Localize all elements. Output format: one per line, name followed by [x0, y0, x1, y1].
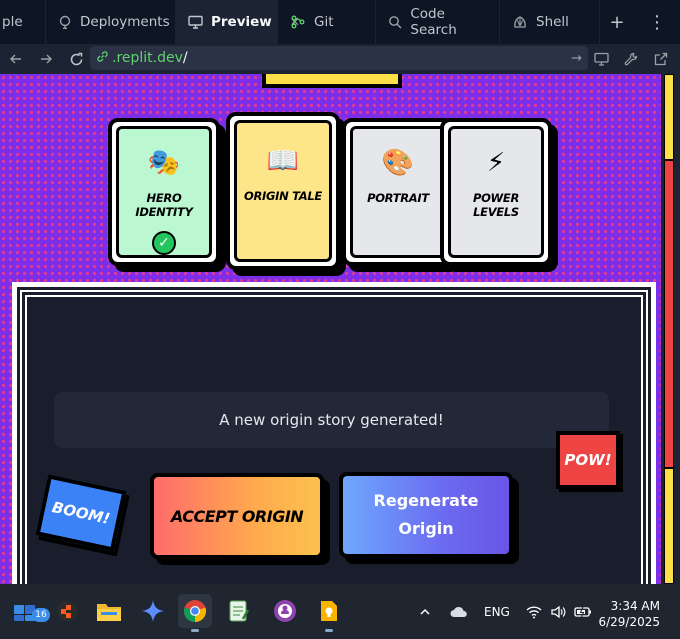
active-indicator: [325, 629, 333, 632]
deploy-icon: [58, 14, 72, 30]
url-host: .replit.dev: [112, 50, 183, 66]
scrollbar-segment: [664, 74, 674, 160]
tab-label: ple: [2, 14, 23, 30]
step-label: ORIGIN TALE: [244, 189, 322, 203]
lightning-icon: ⚡: [486, 148, 506, 178]
preview-url-bar: .replit.dev / →: [0, 44, 680, 74]
battery-icon[interactable]: [574, 584, 592, 639]
screen: ple Deployments Preview ✕ Git Code Searc…: [0, 0, 680, 639]
monitor-icon: [188, 14, 203, 30]
step-card-portrait[interactable]: 🎨 PORTRAIT: [342, 118, 454, 266]
workspace-tab-bar: ple Deployments Preview ✕ Git Code Searc…: [0, 0, 680, 44]
volume-icon[interactable]: [550, 584, 566, 639]
onedrive-cloud-icon[interactable]: [450, 584, 468, 639]
file-explorer-icon[interactable]: [92, 594, 126, 628]
step-card-inner: 📖 ORIGIN TALE: [234, 120, 332, 262]
notification-badge: 16: [32, 608, 50, 622]
open-new-tab-icon[interactable]: [648, 46, 674, 72]
shell-icon: [512, 14, 528, 30]
tab-git[interactable]: Git: [278, 0, 376, 44]
app-icon-dark[interactable]: [50, 594, 84, 628]
copilot-sparkle-icon[interactable]: [136, 594, 170, 628]
scrollbar-thumb[interactable]: [664, 160, 674, 468]
open-book-icon: 📖: [266, 146, 300, 176]
reload-icon[interactable]: [62, 45, 90, 73]
search-icon: [388, 14, 402, 30]
wifi-icon[interactable]: [526, 584, 542, 639]
step-card-inner: 🎨 PORTRAIT: [350, 126, 446, 258]
step-card-inner: ⚡ POWER LEVELS: [448, 126, 544, 258]
url-field[interactable]: .replit.dev / →: [90, 46, 588, 70]
step-card-inner: 🎭 HERO IDENTITY ✓: [116, 126, 212, 258]
tab-label: Code Search: [410, 6, 457, 38]
devtools-wrench-icon[interactable]: [618, 46, 644, 72]
palette-icon: 🎨: [381, 148, 415, 178]
add-tab-button[interactable]: +: [600, 0, 634, 44]
step-label: HERO IDENTITY: [135, 191, 193, 219]
git-icon: [290, 14, 306, 30]
url-path: /: [182, 50, 188, 66]
tab-label: Git: [314, 14, 334, 30]
regenerate-origin-button[interactable]: Regenerate Origin: [339, 472, 513, 558]
notepad-icon[interactable]: [222, 594, 256, 628]
step-card-hero-identity[interactable]: 🎭 HERO IDENTITY ✓: [108, 118, 220, 266]
url-tools: [588, 44, 674, 74]
input-language[interactable]: ENG: [484, 584, 510, 639]
tab-preview[interactable]: Preview ✕: [176, 0, 300, 44]
forward-arrow-icon[interactable]: [32, 45, 60, 73]
app-preview: 🎭 HERO IDENTITY ✓ 📖 ORIGIN TALE 🎨 PORTRA…: [0, 74, 675, 584]
more-options-icon[interactable]: ⋮: [640, 0, 674, 44]
step-card-power-levels[interactable]: ⚡ POWER LEVELS: [440, 118, 552, 266]
system-clock[interactable]: 3:34 AM 6/29/2025: [598, 598, 660, 630]
checkmark-icon: ✓: [152, 231, 176, 255]
active-indicator: [191, 629, 199, 632]
tab-label: Shell: [536, 14, 569, 30]
status-message: A new origin story generated!: [54, 392, 609, 448]
go-arrow-icon[interactable]: →: [571, 51, 582, 66]
keep-notes-icon[interactable]: [312, 594, 346, 632]
link-icon: [96, 50, 109, 67]
scrollbar-segment: [664, 468, 674, 584]
clock-date: 6/29/2025: [598, 615, 660, 629]
show-hidden-icons-chevron-icon[interactable]: [418, 584, 432, 639]
clock-time: 3:34 AM: [610, 599, 660, 613]
tab-label: Deployments: [80, 14, 170, 30]
tab-partial[interactable]: ple: [0, 0, 46, 44]
header-banner: [262, 74, 402, 88]
step-label: PORTRAIT: [367, 191, 429, 205]
accept-origin-button[interactable]: ACCEPT ORIGIN: [150, 473, 324, 559]
tab-deployments[interactable]: Deployments: [46, 0, 176, 44]
devices-icon[interactable]: [588, 46, 614, 72]
windows-taskbar: 16 ENG 3:34 AM 6/29/2025: [0, 584, 680, 639]
step-label: POWER LEVELS: [472, 191, 520, 219]
tab-code-search[interactable]: Code Search: [376, 0, 500, 44]
scrollbar[interactable]: [661, 74, 675, 584]
theater-masks-icon: 🎭: [147, 148, 181, 178]
tab-label: Preview: [211, 14, 272, 30]
widgets-icon[interactable]: 16: [8, 594, 50, 628]
github-desktop-icon[interactable]: [268, 594, 302, 628]
pow-sticker: POW!: [556, 431, 620, 489]
step-card-origin-tale[interactable]: 📖 ORIGIN TALE: [226, 112, 340, 270]
back-arrow-icon[interactable]: [2, 45, 30, 73]
tab-shell[interactable]: Shell: [500, 0, 600, 44]
chrome-icon[interactable]: [178, 594, 212, 632]
